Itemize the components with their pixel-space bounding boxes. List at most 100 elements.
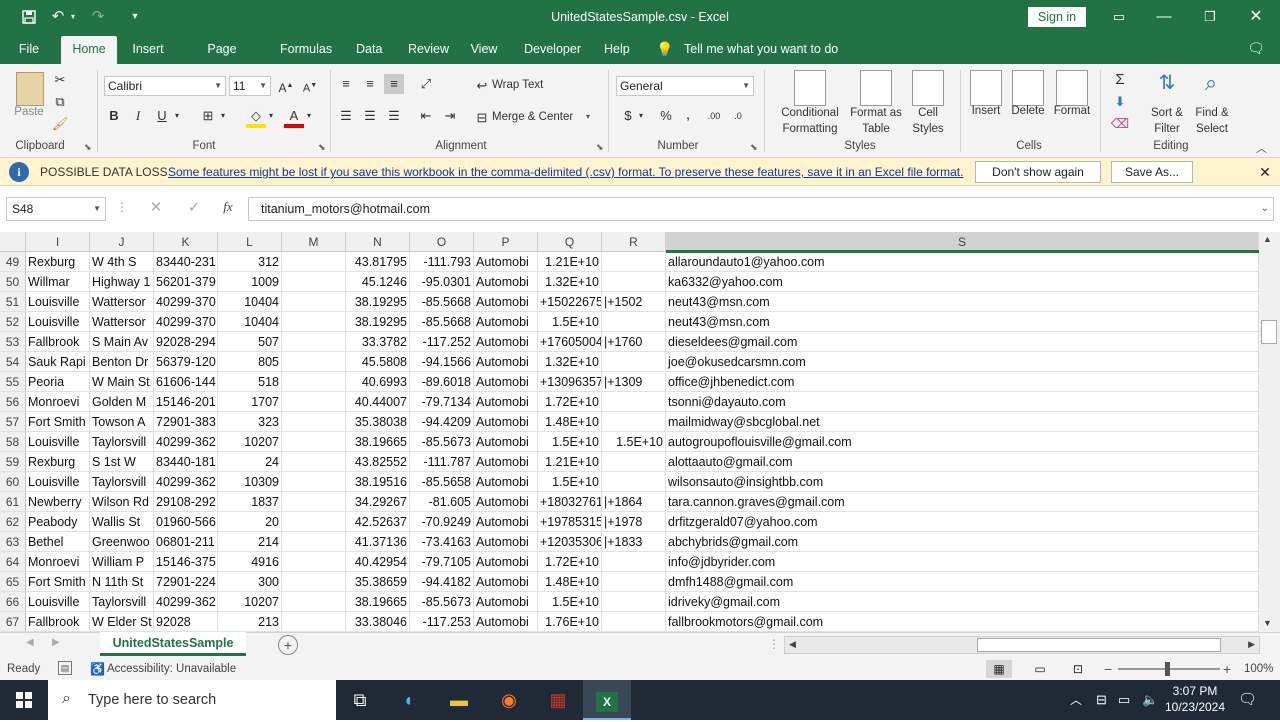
worksheet-grid[interactable]: IJKLMNOPQRS 49 Rexburg W 4th S 83440-231 312… xyxy=(0,232,1280,632)
format-painter-icon[interactable]: 🖌 xyxy=(50,114,70,134)
cell-s65[interactable]: dmfh1488@gmail.com xyxy=(666,572,1259,592)
save-icon[interactable] xyxy=(18,0,40,37)
tab-formulas[interactable]: Formulas xyxy=(274,34,336,64)
cell-q56[interactable]: 1.72E+10 xyxy=(538,392,602,412)
row-header[interactable]: 52 xyxy=(0,312,26,332)
cell-s51[interactable]: neut43@msn.com xyxy=(666,292,1259,312)
cancel-entry-icon[interactable]: ✕ xyxy=(146,198,166,216)
cell-o51[interactable]: -85.5668 xyxy=(410,292,474,312)
wrap-text-button[interactable]: Wrap Text xyxy=(492,79,543,91)
cell-k53[interactable]: 92028-294 xyxy=(154,332,218,352)
cell-j54[interactable]: Benton Dr xyxy=(90,352,154,372)
macro-record-icon[interactable]: ▤ xyxy=(58,661,72,675)
cell-o60[interactable]: -85.5658 xyxy=(410,472,474,492)
scroll-down-icon[interactable]: ▼ xyxy=(1263,618,1272,628)
cell-j62[interactable]: Wallis St xyxy=(90,512,154,532)
cell-q57[interactable]: 1.48E+10 xyxy=(538,412,602,432)
cell-l53[interactable]: 507 xyxy=(218,332,282,352)
cell-r64[interactable] xyxy=(602,552,666,572)
increase-font-icon[interactable]: A▲ xyxy=(276,76,296,96)
row-header[interactable]: 60 xyxy=(0,472,26,492)
row-header[interactable]: 61 xyxy=(0,492,26,512)
cell-s63[interactable]: abchybrids@gmail.com xyxy=(666,532,1259,552)
close-message-icon[interactable]: ✕ xyxy=(1256,162,1274,182)
cell-r66[interactable] xyxy=(602,592,666,612)
cell-p51[interactable]: Automobi xyxy=(474,292,538,312)
cell-i53[interactable]: Fallbrook xyxy=(26,332,90,352)
column-header-r[interactable]: R xyxy=(602,232,666,252)
cell-s58[interactable]: autogroupoflouisville@gmail.com xyxy=(666,432,1259,452)
number-format-select[interactable]: General ▼ xyxy=(616,76,754,96)
prev-sheet-icon[interactable]: ◀ xyxy=(26,637,34,648)
merge-dropdown-icon[interactable]: ▾ xyxy=(586,112,590,121)
cell-i64[interactable]: Monroevi xyxy=(26,552,90,572)
cell-q64[interactable]: 1.72E+10 xyxy=(538,552,602,572)
column-header-s[interactable]: S xyxy=(666,232,1259,252)
cell-o54[interactable]: -94.1566 xyxy=(410,352,474,372)
cell-i59[interactable]: Rexburg xyxy=(26,452,90,472)
cell-k54[interactable]: 56379-120 xyxy=(154,352,218,372)
font-size-select[interactable]: 11 ▼ xyxy=(229,76,271,96)
cell-l52[interactable]: 10404 xyxy=(218,312,282,332)
insert-cells-icon[interactable] xyxy=(970,70,1002,106)
cell-i61[interactable]: Newberry xyxy=(26,492,90,512)
cell-r65[interactable] xyxy=(602,572,666,592)
cell-q60[interactable]: 1.5E+10 xyxy=(538,472,602,492)
copy-icon[interactable]: ⧉ xyxy=(50,92,70,112)
scroll-left-icon[interactable]: ◀ xyxy=(789,639,796,650)
cell-l66[interactable]: 10207 xyxy=(218,592,282,612)
cell-q61[interactable]: +18032761080 xyxy=(538,492,602,512)
cell-q58[interactable]: 1.5E+10 xyxy=(538,432,602,452)
cell-s54[interactable]: joe@okusedcarsmn.com xyxy=(666,352,1259,372)
cell-n49[interactable]: 43.81795 xyxy=(346,252,410,272)
cell-j55[interactable]: W Main St xyxy=(90,372,154,392)
tab-data[interactable]: Data xyxy=(350,34,388,64)
decrease-font-icon[interactable]: A▼ xyxy=(300,76,320,96)
cell-s50[interactable]: ka6332@yahoo.com xyxy=(666,272,1259,292)
row-header[interactable]: 58 xyxy=(0,432,26,452)
cell-r55[interactable]: |+1309 xyxy=(602,372,666,392)
cell-q49[interactable]: 1.21E+10 xyxy=(538,252,602,272)
cell-m59[interactable] xyxy=(282,452,346,472)
delete-cells-button[interactable]: Delete xyxy=(1006,105,1050,117)
cell-o65[interactable]: -94.4182 xyxy=(410,572,474,592)
cell-o58[interactable]: -85.5673 xyxy=(410,432,474,452)
cell-s64[interactable]: info@jdbyrider.com xyxy=(666,552,1259,572)
row-header[interactable]: 50 xyxy=(0,272,26,292)
underline-icon[interactable]: U xyxy=(152,106,172,126)
cell-m61[interactable] xyxy=(282,492,346,512)
cell-i49[interactable]: Rexburg xyxy=(26,252,90,272)
cell-j60[interactable]: Taylorsvill xyxy=(90,472,154,492)
cell-m50[interactable] xyxy=(282,272,346,292)
cell-p67[interactable]: Automobi xyxy=(474,612,538,632)
cell-p55[interactable]: Automobi xyxy=(474,372,538,392)
cell-j57[interactable]: Towson A xyxy=(90,412,154,432)
cell-p63[interactable]: Automobi xyxy=(474,532,538,552)
cell-n50[interactable]: 45.1246 xyxy=(346,272,410,292)
merge-center-icon[interactable]: ⊟ xyxy=(472,108,492,128)
align-top-icon[interactable]: ≡ xyxy=(336,74,356,94)
cell-l67[interactable]: 213 xyxy=(218,612,282,632)
new-sheet-icon[interactable]: + xyxy=(278,635,298,655)
cell-n59[interactable]: 43.82552 xyxy=(346,452,410,472)
taskbar-clock[interactable]: 3:07 PM 10/23/2024 xyxy=(1164,683,1226,715)
cell-n58[interactable]: 38.19665 xyxy=(346,432,410,452)
zoom-slider[interactable] xyxy=(1118,662,1220,676)
undo-icon[interactable]: ↶ xyxy=(48,0,68,34)
cell-k66[interactable]: 40299-362 xyxy=(154,592,218,612)
cell-o53[interactable]: -117.252 xyxy=(410,332,474,352)
confirm-entry-icon[interactable]: ✓ xyxy=(184,198,204,216)
normal-view-icon[interactable]: ▦ xyxy=(986,660,1012,678)
network-icon[interactable]: ⊟ xyxy=(1096,680,1107,720)
tell-me-search[interactable]: Tell me what you want to do xyxy=(684,34,838,64)
cell-o62[interactable]: -70.9249 xyxy=(410,512,474,532)
font-color-icon[interactable]: A xyxy=(284,106,304,128)
cell-k67[interactable]: 92028 xyxy=(154,612,218,632)
cell-j51[interactable]: Wattersor xyxy=(90,292,154,312)
cell-s61[interactable]: tara.cannon.graves@gmail.com xyxy=(666,492,1259,512)
cell-s53[interactable]: dieseldees@gmail.com xyxy=(666,332,1259,352)
find-select-button[interactable]: Find & Select xyxy=(1188,105,1236,137)
cell-i57[interactable]: Fort Smith xyxy=(26,412,90,432)
cell-n54[interactable]: 45.5808 xyxy=(346,352,410,372)
cell-l60[interactable]: 10309 xyxy=(218,472,282,492)
